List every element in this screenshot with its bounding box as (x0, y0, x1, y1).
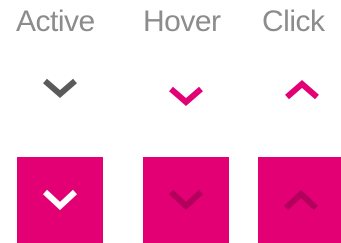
label-hover: Hover (143, 5, 221, 38)
chevron-down-icon (42, 189, 78, 211)
chevron-up-icon (283, 189, 319, 211)
chevron-down-icon[interactable] (40, 76, 80, 102)
chevron-up-icon[interactable] (282, 76, 322, 102)
tile-hover[interactable] (143, 157, 229, 243)
chevron-down-icon (168, 189, 204, 211)
label-click: Click (262, 5, 325, 38)
tile-click[interactable] (258, 157, 341, 243)
label-active: Active (16, 5, 95, 38)
chevron-down-icon[interactable] (166, 84, 206, 110)
tile-active[interactable] (17, 157, 103, 243)
